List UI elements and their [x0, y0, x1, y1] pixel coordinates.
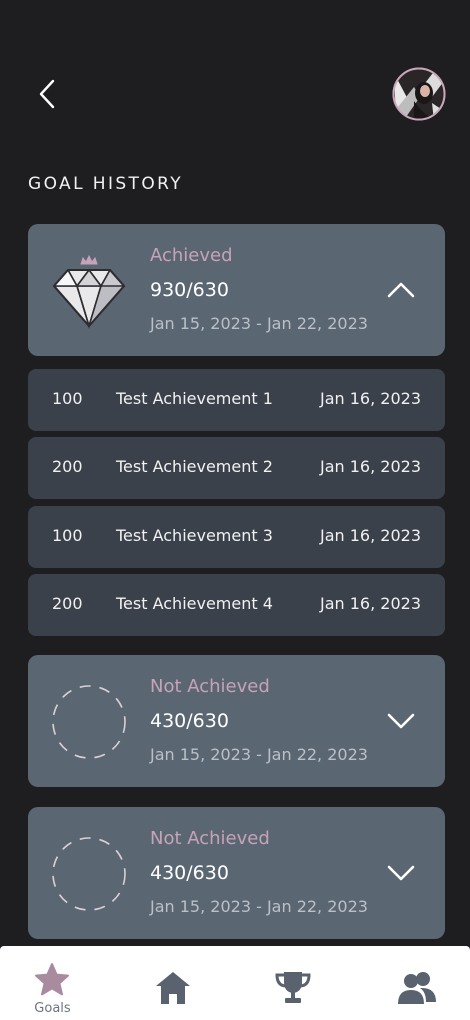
chevron-down-icon[interactable] [385, 857, 417, 889]
goal-history-screen: GOAL HISTORY Achieved 930/630 Jan 15, 20… [0, 0, 470, 1020]
achievement-points: 100 [52, 526, 83, 545]
nav-item-goals[interactable]: Goals [0, 946, 105, 1020]
goal-score: 430/630 [150, 710, 229, 732]
achievement-name: Test Achievement 3 [116, 526, 273, 545]
goal-status: Not Achieved [150, 676, 270, 697]
goal-dates: Jan 15, 2023 - Jan 22, 2023 [150, 897, 368, 916]
goal-score: 930/630 [150, 279, 229, 301]
nav-item-trophy[interactable] [250, 946, 340, 1020]
achievement-points: 100 [52, 389, 83, 408]
home-icon [156, 972, 190, 1004]
diamond-crown-icon [52, 254, 126, 329]
achievement-row: 200 Test Achievement 4 Jan 16, 2023 [28, 574, 445, 636]
achievement-name: Test Achievement 2 [116, 457, 273, 476]
goal-status: Achieved [150, 245, 233, 266]
achievement-name: Test Achievement 1 [116, 389, 273, 408]
people-icon [398, 972, 436, 1004]
achievement-date: Jan 16, 2023 [320, 389, 421, 408]
chevron-left-icon [39, 79, 55, 109]
achievement-date: Jan 16, 2023 [320, 457, 421, 476]
achievement-row: 100 Test Achievement 3 Jan 16, 2023 [28, 506, 445, 568]
achievement-date: Jan 16, 2023 [320, 594, 421, 613]
chevron-down-icon[interactable] [385, 705, 417, 737]
trophy-icon [275, 972, 311, 1003]
chevron-up-icon[interactable] [385, 274, 417, 306]
back-button[interactable] [30, 74, 64, 114]
achievement-name: Test Achievement 4 [116, 594, 273, 613]
goal-score: 430/630 [150, 862, 229, 884]
user-avatar-icon [392, 67, 446, 121]
nav-label-goals: Goals [34, 1001, 71, 1016]
goal-card[interactable]: Not Achieved 430/630 Jan 15, 2023 - Jan … [28, 807, 445, 939]
achievement-date: Jan 16, 2023 [320, 526, 421, 545]
achievement-points: 200 [52, 457, 83, 476]
nav-item-home[interactable] [130, 946, 220, 1020]
goal-card[interactable]: Not Achieved 430/630 Jan 15, 2023 - Jan … [28, 655, 445, 787]
section-title: GOAL HISTORY [28, 174, 184, 194]
star-icon [35, 963, 69, 996]
avatar[interactable] [392, 67, 446, 121]
goal-dates: Jan 15, 2023 - Jan 22, 2023 [150, 745, 368, 764]
goal-dates: Jan 15, 2023 - Jan 22, 2023 [150, 314, 368, 333]
dashed-circle-icon [52, 837, 126, 911]
achievement-row: 200 Test Achievement 2 Jan 16, 2023 [28, 437, 445, 499]
dashed-circle-icon [52, 685, 126, 759]
goal-card[interactable]: Achieved 930/630 Jan 15, 2023 - Jan 22, … [28, 224, 445, 356]
bottom-nav: Goals [0, 946, 470, 1020]
achievement-row: 100 Test Achievement 1 Jan 16, 2023 [28, 369, 445, 431]
nav-item-community[interactable] [370, 946, 460, 1020]
achievement-points: 200 [52, 594, 83, 613]
goal-status: Not Achieved [150, 828, 270, 849]
